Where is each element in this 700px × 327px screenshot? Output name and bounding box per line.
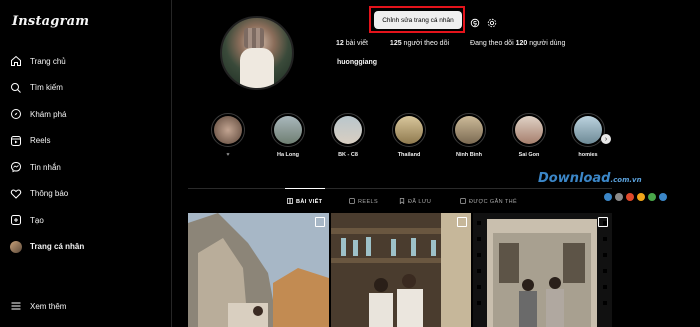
active-tab-indicator (285, 188, 325, 189)
reels-icon (10, 135, 22, 147)
sidebar-item-label: Khám phá (30, 109, 67, 119)
sidebar-item-label: Trang chủ (30, 56, 66, 66)
sidebar-item-profile[interactable]: Trang cá nhân (10, 234, 84, 260)
blurred-face (244, 28, 264, 48)
threads-icon[interactable] (470, 15, 480, 28)
sidebar-item-label: Tin nhắn (30, 162, 61, 172)
highlight-ring (271, 113, 305, 147)
tab-label: BÀI VIẾT (296, 199, 323, 205)
avatar (10, 240, 22, 253)
compass-icon (10, 108, 22, 120)
highlight-item[interactable]: Ninh Bình (449, 113, 489, 158)
highlight-item[interactable]: BK - C8 (328, 113, 368, 158)
sidebar-item-reels[interactable]: Reels (10, 128, 84, 154)
sidebar-item-label: Trang cá nhân (30, 242, 85, 251)
sidebar-item-search[interactable]: Tìm kiếm (10, 75, 84, 101)
highlight-label: BK - C8 (338, 152, 358, 158)
highlight-label: Ninh Bình (456, 152, 482, 158)
profile-username: huonggiang (337, 59, 378, 66)
highlight-ring (392, 113, 426, 147)
multiple-photos-icon (315, 217, 325, 227)
highlight-box (369, 6, 465, 33)
messenger-icon (10, 161, 22, 173)
highlight-cover (334, 116, 362, 144)
sidebar-item-home[interactable]: Trang chủ (10, 48, 84, 74)
sidebar-item-create[interactable]: Tạo (10, 207, 84, 233)
profile-tabs: BÀI VIẾT REELS ĐÃ LƯU ĐƯỢC GẮN THẺ (0, 196, 700, 208)
sidebar: Instagram Trang chủ Tìm kiếm Khám phá Re… (0, 0, 172, 327)
highlight-cover (574, 116, 602, 144)
highlight-cover (274, 116, 302, 144)
highlight-ring (211, 113, 245, 147)
tag-icon (460, 198, 466, 206)
sidebar-item-label: Tạo (30, 215, 44, 225)
grid-icon (287, 198, 293, 206)
instagram-logo[interactable]: Instagram (12, 14, 89, 29)
tab-label: REELS (358, 199, 379, 205)
posts-count: 12 bài viết (336, 40, 368, 47)
highlight-ring (452, 113, 486, 147)
highlight-label: homies (578, 152, 598, 158)
tab-label: ĐƯỢC GẮN THẺ (469, 199, 518, 205)
tabs-divider (188, 188, 612, 189)
gear-icon[interactable] (487, 15, 497, 28)
multiple-photos-icon (598, 217, 608, 227)
tab-label: ĐÃ LƯU (408, 199, 432, 205)
sidebar-nav: Trang chủ Tìm kiếm Khám phá Reels Tin nh… (10, 48, 84, 260)
highlight-ring (512, 113, 546, 147)
tab-reels[interactable]: REELS (349, 198, 378, 206)
tab-saved[interactable]: ĐÃ LƯU (399, 198, 431, 206)
highlight-label: Thailand (397, 152, 421, 158)
search-icon (10, 82, 22, 94)
sidebar-item-messages[interactable]: Tin nhắn (10, 154, 84, 180)
highlight-label: ♥ (226, 152, 230, 158)
highlight-ring (331, 113, 365, 147)
tab-tagged[interactable]: ĐƯỢC GẮN THẺ (460, 198, 517, 206)
post-thumbnail[interactable] (331, 213, 471, 327)
post-thumbnail[interactable] (473, 213, 612, 327)
highlight-cover (214, 116, 242, 144)
highlight-ring (571, 113, 605, 147)
home-icon (10, 55, 22, 67)
highlight-label: Ha Long (277, 152, 299, 158)
highlight-item[interactable]: ♥ (208, 113, 248, 158)
followers-count[interactable]: 125 người theo dõi (390, 40, 449, 47)
bookmark-icon (399, 198, 405, 206)
highlight-label: Sai Gon (518, 152, 540, 158)
tab-posts[interactable]: BÀI VIẾT (287, 198, 322, 206)
sidebar-item-explore[interactable]: Khám phá (10, 101, 84, 127)
highlight-cover (515, 116, 543, 144)
download-watermark: Download.com.vn (538, 171, 642, 186)
highlight-item[interactable]: Ha Long (268, 113, 308, 158)
multiple-photos-icon (457, 217, 467, 227)
menu-icon (10, 300, 22, 312)
highlights-next-button[interactable]: › (601, 134, 611, 144)
sidebar-item-more[interactable]: Xem thêm (10, 300, 66, 312)
reels-icon (349, 198, 355, 206)
temple-photo (188, 213, 329, 327)
plus-square-icon (10, 214, 22, 226)
profile-figure (240, 48, 274, 88)
bar-photo (331, 213, 471, 327)
highlight-cover (455, 116, 483, 144)
profile-picture[interactable] (220, 16, 294, 90)
watermark-dots (604, 193, 667, 201)
highlight-item[interactable]: Thailand (389, 113, 429, 158)
street-photo (473, 213, 612, 327)
more-label: Xem thêm (30, 301, 67, 311)
post-thumbnail[interactable] (188, 213, 329, 327)
chevron-right-icon: › (604, 135, 608, 143)
profile-stats: 12 bài viết 125 người theo dõi Đang theo… (336, 40, 565, 47)
sidebar-item-label: Tìm kiếm (30, 83, 63, 92)
sidebar-item-label: Reels (30, 136, 51, 145)
following-count[interactable]: Đang theo dõi 120 người dùng (470, 40, 565, 47)
highlight-cover (395, 116, 423, 144)
highlight-item[interactable]: Sai Gon (509, 113, 549, 158)
